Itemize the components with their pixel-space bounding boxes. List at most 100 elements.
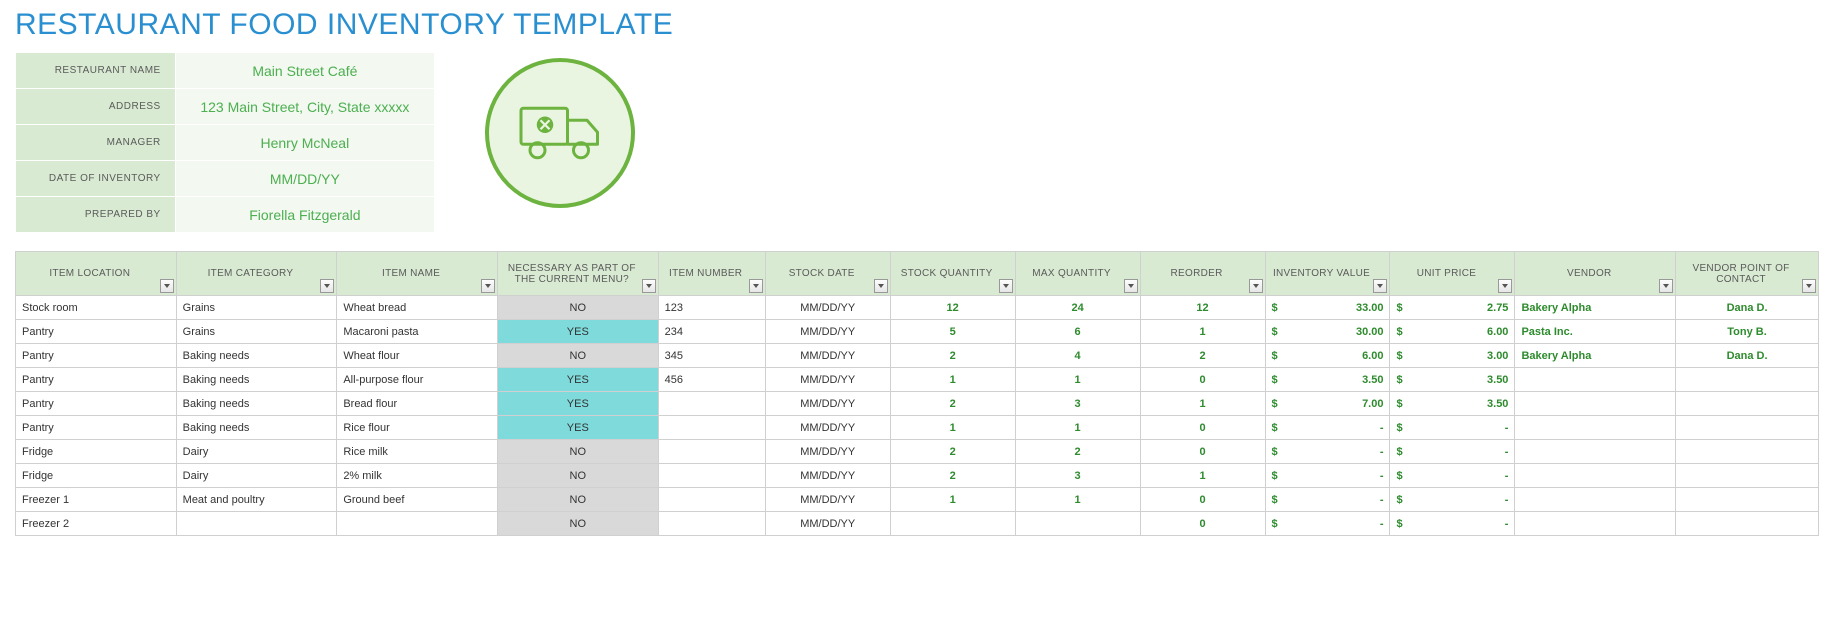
filter-dropdown-icon[interactable] bbox=[1498, 279, 1512, 293]
cell-max-qty[interactable]: 1 bbox=[1015, 416, 1140, 440]
cell-necessary[interactable]: YES bbox=[497, 368, 658, 392]
cell-unit-price[interactable]: $3.00 bbox=[1390, 344, 1515, 368]
cell-reorder[interactable]: 0 bbox=[1140, 368, 1265, 392]
filter-dropdown-icon[interactable] bbox=[749, 279, 763, 293]
cell-name[interactable]: Rice flour bbox=[337, 416, 498, 440]
cell-stock-qty[interactable] bbox=[890, 512, 1015, 536]
cell-vendor[interactable] bbox=[1515, 368, 1676, 392]
cell-inventory-value[interactable]: $33.00 bbox=[1265, 296, 1390, 320]
cell-vendor[interactable] bbox=[1515, 464, 1676, 488]
cell-necessary[interactable]: NO bbox=[497, 344, 658, 368]
cell-max-qty[interactable]: 2 bbox=[1015, 440, 1140, 464]
cell-unit-price[interactable]: $- bbox=[1390, 464, 1515, 488]
cell-max-qty[interactable]: 6 bbox=[1015, 320, 1140, 344]
cell-necessary[interactable]: YES bbox=[497, 392, 658, 416]
cell-vendor-contact[interactable] bbox=[1676, 392, 1819, 416]
cell-name[interactable]: Bread flour bbox=[337, 392, 498, 416]
cell-unit-price[interactable]: $3.50 bbox=[1390, 368, 1515, 392]
cell-stock-date[interactable]: MM/DD/YY bbox=[765, 464, 890, 488]
cell-stock-qty[interactable]: 2 bbox=[890, 440, 1015, 464]
cell-location[interactable]: Fridge bbox=[16, 464, 177, 488]
cell-inventory-value[interactable]: $- bbox=[1265, 464, 1390, 488]
filter-dropdown-icon[interactable] bbox=[1802, 279, 1816, 293]
cell-item-number[interactable] bbox=[658, 488, 765, 512]
cell-necessary[interactable]: NO bbox=[497, 512, 658, 536]
cell-stock-date[interactable]: MM/DD/YY bbox=[765, 344, 890, 368]
cell-reorder[interactable]: 2 bbox=[1140, 344, 1265, 368]
cell-inventory-value[interactable]: $3.50 bbox=[1265, 368, 1390, 392]
cell-reorder[interactable]: 0 bbox=[1140, 416, 1265, 440]
cell-vendor[interactable]: Pasta Inc. bbox=[1515, 320, 1676, 344]
cell-category[interactable]: Baking needs bbox=[176, 344, 337, 368]
cell-necessary[interactable]: NO bbox=[497, 440, 658, 464]
value-date[interactable]: MM/DD/YY bbox=[175, 161, 434, 197]
cell-vendor-contact[interactable] bbox=[1676, 512, 1819, 536]
cell-necessary[interactable]: NO bbox=[497, 296, 658, 320]
cell-location[interactable]: Pantry bbox=[16, 416, 177, 440]
cell-name[interactable]: Ground beef bbox=[337, 488, 498, 512]
cell-location[interactable]: Pantry bbox=[16, 392, 177, 416]
cell-stock-date[interactable]: MM/DD/YY bbox=[765, 320, 890, 344]
cell-reorder[interactable]: 1 bbox=[1140, 392, 1265, 416]
cell-unit-price[interactable]: $- bbox=[1390, 416, 1515, 440]
cell-necessary[interactable]: YES bbox=[497, 320, 658, 344]
cell-inventory-value[interactable]: $30.00 bbox=[1265, 320, 1390, 344]
cell-unit-price[interactable]: $- bbox=[1390, 512, 1515, 536]
cell-category[interactable]: Grains bbox=[176, 320, 337, 344]
cell-location[interactable]: Pantry bbox=[16, 320, 177, 344]
cell-max-qty[interactable]: 3 bbox=[1015, 464, 1140, 488]
cell-name[interactable]: 2% milk bbox=[337, 464, 498, 488]
cell-item-number[interactable]: 234 bbox=[658, 320, 765, 344]
cell-category[interactable]: Baking needs bbox=[176, 368, 337, 392]
cell-name[interactable]: All-purpose flour bbox=[337, 368, 498, 392]
cell-item-number[interactable] bbox=[658, 464, 765, 488]
cell-location[interactable]: Pantry bbox=[16, 368, 177, 392]
cell-vendor-contact[interactable] bbox=[1676, 440, 1819, 464]
cell-stock-qty[interactable]: 12 bbox=[890, 296, 1015, 320]
cell-stock-date[interactable]: MM/DD/YY bbox=[765, 512, 890, 536]
cell-stock-date[interactable]: MM/DD/YY bbox=[765, 392, 890, 416]
cell-stock-qty[interactable]: 5 bbox=[890, 320, 1015, 344]
cell-stock-qty[interactable]: 2 bbox=[890, 344, 1015, 368]
cell-category[interactable]: Baking needs bbox=[176, 392, 337, 416]
value-prepared[interactable]: Fiorella Fitzgerald bbox=[175, 197, 434, 233]
cell-vendor-contact[interactable] bbox=[1676, 416, 1819, 440]
cell-unit-price[interactable]: $- bbox=[1390, 488, 1515, 512]
cell-vendor[interactable] bbox=[1515, 488, 1676, 512]
cell-category[interactable]: Meat and poultry bbox=[176, 488, 337, 512]
cell-item-number[interactable] bbox=[658, 416, 765, 440]
cell-name[interactable]: Wheat flour bbox=[337, 344, 498, 368]
cell-stock-date[interactable]: MM/DD/YY bbox=[765, 440, 890, 464]
cell-stock-date[interactable]: MM/DD/YY bbox=[765, 296, 890, 320]
cell-stock-date[interactable]: MM/DD/YY bbox=[765, 368, 890, 392]
cell-vendor-contact[interactable]: Dana D. bbox=[1676, 296, 1819, 320]
cell-name[interactable]: Macaroni pasta bbox=[337, 320, 498, 344]
cell-vendor-contact[interactable] bbox=[1676, 464, 1819, 488]
cell-max-qty[interactable]: 1 bbox=[1015, 368, 1140, 392]
cell-vendor[interactable] bbox=[1515, 392, 1676, 416]
filter-dropdown-icon[interactable] bbox=[481, 279, 495, 293]
cell-necessary[interactable]: NO bbox=[497, 464, 658, 488]
cell-reorder[interactable]: 0 bbox=[1140, 512, 1265, 536]
cell-name[interactable]: Wheat bread bbox=[337, 296, 498, 320]
filter-dropdown-icon[interactable] bbox=[874, 279, 888, 293]
cell-max-qty[interactable]: 3 bbox=[1015, 392, 1140, 416]
cell-reorder[interactable]: 1 bbox=[1140, 464, 1265, 488]
filter-dropdown-icon[interactable] bbox=[1249, 279, 1263, 293]
cell-stock-qty[interactable]: 2 bbox=[890, 392, 1015, 416]
filter-dropdown-icon[interactable] bbox=[320, 279, 334, 293]
cell-stock-qty[interactable]: 1 bbox=[890, 488, 1015, 512]
cell-category[interactable]: Dairy bbox=[176, 440, 337, 464]
cell-unit-price[interactable]: $2.75 bbox=[1390, 296, 1515, 320]
cell-vendor[interactable] bbox=[1515, 512, 1676, 536]
cell-inventory-value[interactable]: $- bbox=[1265, 488, 1390, 512]
cell-category[interactable]: Baking needs bbox=[176, 416, 337, 440]
cell-location[interactable]: Fridge bbox=[16, 440, 177, 464]
cell-max-qty[interactable]: 1 bbox=[1015, 488, 1140, 512]
value-address[interactable]: 123 Main Street, City, State xxxxx bbox=[175, 89, 434, 125]
cell-reorder[interactable]: 1 bbox=[1140, 320, 1265, 344]
cell-category[interactable]: Grains bbox=[176, 296, 337, 320]
cell-stock-date[interactable]: MM/DD/YY bbox=[765, 488, 890, 512]
filter-dropdown-icon[interactable] bbox=[1659, 279, 1673, 293]
cell-item-number[interactable]: 123 bbox=[658, 296, 765, 320]
